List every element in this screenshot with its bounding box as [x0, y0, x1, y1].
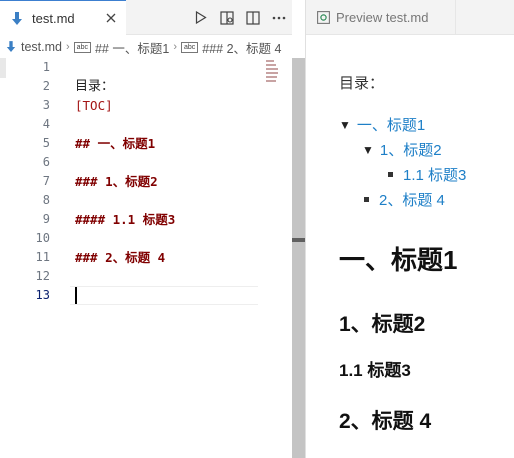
chevron-right-icon: ›: [173, 41, 177, 53]
editor-tab-bar: test.md: [0, 0, 292, 36]
editor-pane: test.md test.md › abc ## 一、标题1 › abc ###…: [0, 0, 292, 458]
code-line: ## 一、标题1: [75, 136, 156, 151]
editor-scrollbar[interactable]: [292, 58, 305, 458]
open-preview-icon[interactable]: [214, 5, 240, 31]
heading-2: 2、标题 4: [339, 410, 432, 433]
minimap-line: [266, 64, 276, 66]
minimap[interactable]: [266, 60, 282, 90]
toc-label: 目录：: [339, 75, 385, 92]
heading-3: 1.1 标题3: [339, 361, 411, 380]
tab-test-md[interactable]: test.md: [0, 0, 126, 36]
scrollbar-thumb[interactable]: [292, 238, 305, 242]
breadcrumb-file[interactable]: test.md: [21, 40, 62, 54]
breadcrumb-heading-1[interactable]: ## 一、标题1: [95, 38, 169, 57]
expanded-marker-icon: ▼: [362, 142, 374, 157]
breadcrumb-heading-2[interactable]: ### 2、标题 4: [202, 38, 281, 57]
toc-link[interactable]: 一、标题1: [357, 114, 425, 135]
code-line: [TOC]: [75, 98, 113, 113]
code-area[interactable]: 目录： [TOC] ## 一、标题1 ### 1、标题2 #### 1.1 标题…: [75, 58, 265, 305]
minimap-line: [266, 76, 277, 78]
tab-label: test.md: [32, 11, 75, 26]
split-editor-icon[interactable]: [240, 5, 266, 31]
line-number-current: 13: [35, 288, 50, 302]
line-number: 1: [42, 60, 50, 74]
preview-icon: [316, 11, 330, 25]
heading-2: 1、标题2: [339, 313, 426, 336]
minimap-line: [266, 72, 278, 74]
toc-item[interactable]: ▼ 1、标题2: [362, 139, 442, 160]
line-number: 7: [42, 174, 50, 188]
line-number: 9: [42, 212, 50, 226]
toc-item[interactable]: 1.1 标题3: [388, 164, 466, 185]
minimap-line: [266, 80, 276, 82]
minimap-line: [266, 68, 278, 70]
code-line: #### 1.1 标题3: [75, 212, 176, 227]
line-number-gutter: 1 2 3 4 5 6 7 8 9 10 11 12 13: [0, 58, 56, 305]
line-number: 4: [42, 117, 50, 131]
preview-tab-bar: Preview test.md: [306, 0, 514, 35]
run-icon[interactable]: [188, 5, 214, 31]
toc-item[interactable]: ▼ 一、标题1: [339, 114, 425, 135]
chevron-right-icon: ›: [66, 41, 70, 53]
close-icon[interactable]: [104, 11, 118, 25]
toc-link[interactable]: 2、标题 4: [379, 189, 445, 210]
code-line: ### 2、标题 4: [75, 250, 166, 265]
square-bullet-icon: [388, 172, 393, 177]
toc-link[interactable]: 1、标题2: [380, 139, 442, 160]
string-symbol-icon: abc: [180, 41, 199, 53]
tab-label: Preview test.md: [336, 10, 429, 25]
string-symbol-icon: abc: [73, 41, 91, 53]
tab-preview-test-md[interactable]: Preview test.md: [306, 0, 456, 35]
code-line: 目录：: [75, 79, 115, 94]
markdown-file-icon: [6, 41, 16, 53]
breadcrumb: test.md › abc ## 一、标题1 › abc ### 2、标题 4: [0, 36, 310, 58]
line-number: 3: [42, 98, 50, 112]
line-number: 12: [35, 269, 50, 283]
markdown-file-icon: [10, 11, 24, 26]
square-bullet-icon: [364, 197, 369, 202]
line-number: 8: [42, 193, 50, 207]
code-line: ### 1、标题2: [75, 174, 158, 189]
editor-actions: [188, 0, 292, 35]
toc-link[interactable]: 1.1 标题3: [403, 164, 466, 185]
text-cursor: [75, 287, 77, 304]
line-number: 2: [42, 79, 50, 93]
preview-pane: Preview test.md 目录： ▼ 一、标题1 ▼ 1、标题2 1.1 …: [305, 0, 514, 458]
expanded-marker-icon: ▼: [339, 117, 351, 132]
line-number: 5: [42, 136, 50, 150]
preview-content: 目录： ▼ 一、标题1 ▼ 1、标题2 1.1 标题3 2、标题 4 一、标题1…: [306, 35, 514, 458]
line-number: 10: [35, 231, 50, 245]
editor-body[interactable]: 1 2 3 4 5 6 7 8 9 10 11 12 13 目录： [TOC] …: [0, 58, 292, 458]
line-number: 6: [42, 155, 50, 169]
minimap-line: [266, 60, 274, 62]
heading-1: 一、标题1: [339, 245, 458, 275]
more-actions-icon[interactable]: [266, 5, 292, 31]
line-number: 11: [35, 250, 50, 264]
toc-item[interactable]: 2、标题 4: [364, 189, 445, 210]
